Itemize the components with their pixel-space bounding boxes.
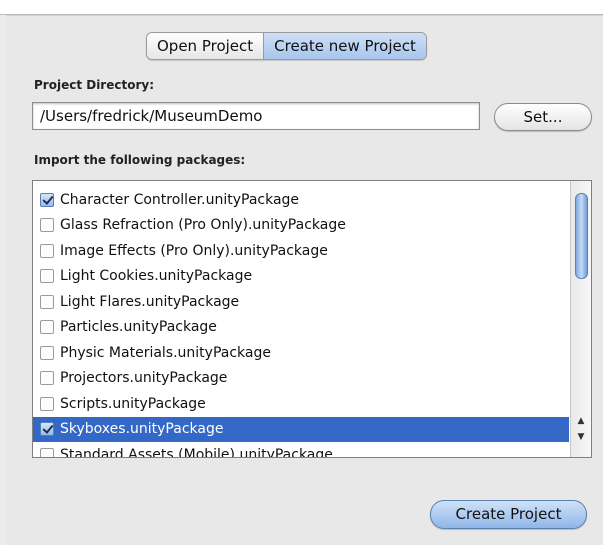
package-label: Image Effects (Pro Only).unityPackage	[60, 242, 328, 259]
window-top-strip	[0, 0, 603, 15]
scrollbar-thumb[interactable]	[575, 193, 588, 279]
import-packages-label: Import the following packages:	[34, 153, 246, 167]
package-checkbox[interactable]	[40, 192, 54, 207]
package-label: Physic Materials.unityPackage	[60, 344, 271, 361]
package-row[interactable]: Skyboxes.unityPackage	[33, 416, 569, 442]
package-row[interactable]: Particles.unityPackage	[33, 315, 569, 340]
package-row[interactable]: Standard Assets (Mobile).unityPackage	[33, 442, 569, 458]
tab-create-new-project[interactable]: Create new Project	[263, 33, 426, 59]
package-row[interactable]: Light Flares.unityPackage	[33, 289, 569, 314]
create-project-button[interactable]: Create Project	[430, 500, 587, 529]
tab-bar: Open Project Create new Project	[146, 32, 427, 60]
package-row[interactable]: Image Effects (Pro Only).unityPackage	[33, 238, 569, 263]
package-checkbox[interactable]	[40, 422, 54, 436]
package-list-scrollbar[interactable]: ▲ ▼	[570, 181, 591, 457]
package-checkbox[interactable]	[40, 396, 54, 411]
package-checkbox[interactable]	[40, 345, 54, 360]
package-label: Scripts.unityPackage	[60, 395, 206, 412]
project-directory-field[interactable]	[32, 102, 480, 130]
package-label: Standard Assets (Mobile).unityPackage	[60, 446, 333, 458]
tab-open-project[interactable]: Open Project	[147, 33, 264, 59]
scroll-up-arrow-icon[interactable]: ▲	[571, 413, 591, 429]
package-row[interactable]: Physic Materials.unityPackage	[33, 340, 569, 365]
package-label: Particles.unityPackage	[60, 319, 217, 335]
package-label: Glass Refraction (Pro Only).unityPackage	[60, 217, 346, 233]
package-checkbox[interactable]	[40, 447, 54, 457]
package-checkbox[interactable]	[40, 294, 54, 309]
project-directory-label: Project Directory:	[34, 78, 154, 92]
package-checkbox[interactable]	[40, 371, 54, 385]
package-checkbox[interactable]	[40, 320, 54, 334]
package-label: Character Controller.unityPackage	[60, 191, 300, 208]
package-checkbox[interactable]	[40, 218, 54, 232]
package-label: Light Cookies.unityPackage	[60, 268, 253, 284]
scroll-down-arrow-icon[interactable]: ▼	[571, 429, 591, 445]
package-list[interactable]: Character Controller.unityPackage Glass R…	[32, 180, 592, 458]
package-row[interactable]: Scripts.unityPackage	[33, 391, 569, 416]
package-label: Skyboxes.unityPackage	[60, 421, 224, 437]
package-row[interactable]: Light Cookies.unityPackage	[33, 264, 569, 289]
package-row[interactable]: Glass Refraction (Pro Only).unityPackage	[33, 213, 569, 238]
package-row[interactable]: Character Controller.unityPackage	[33, 187, 569, 212]
package-checkbox[interactable]	[40, 243, 54, 258]
package-label: Projectors.unityPackage	[60, 370, 228, 386]
package-checkbox[interactable]	[40, 269, 54, 283]
set-directory-button[interactable]: Set...	[494, 103, 592, 131]
package-label: Light Flares.unityPackage	[60, 293, 240, 310]
package-row[interactable]: Projectors.unityPackage	[33, 366, 569, 391]
